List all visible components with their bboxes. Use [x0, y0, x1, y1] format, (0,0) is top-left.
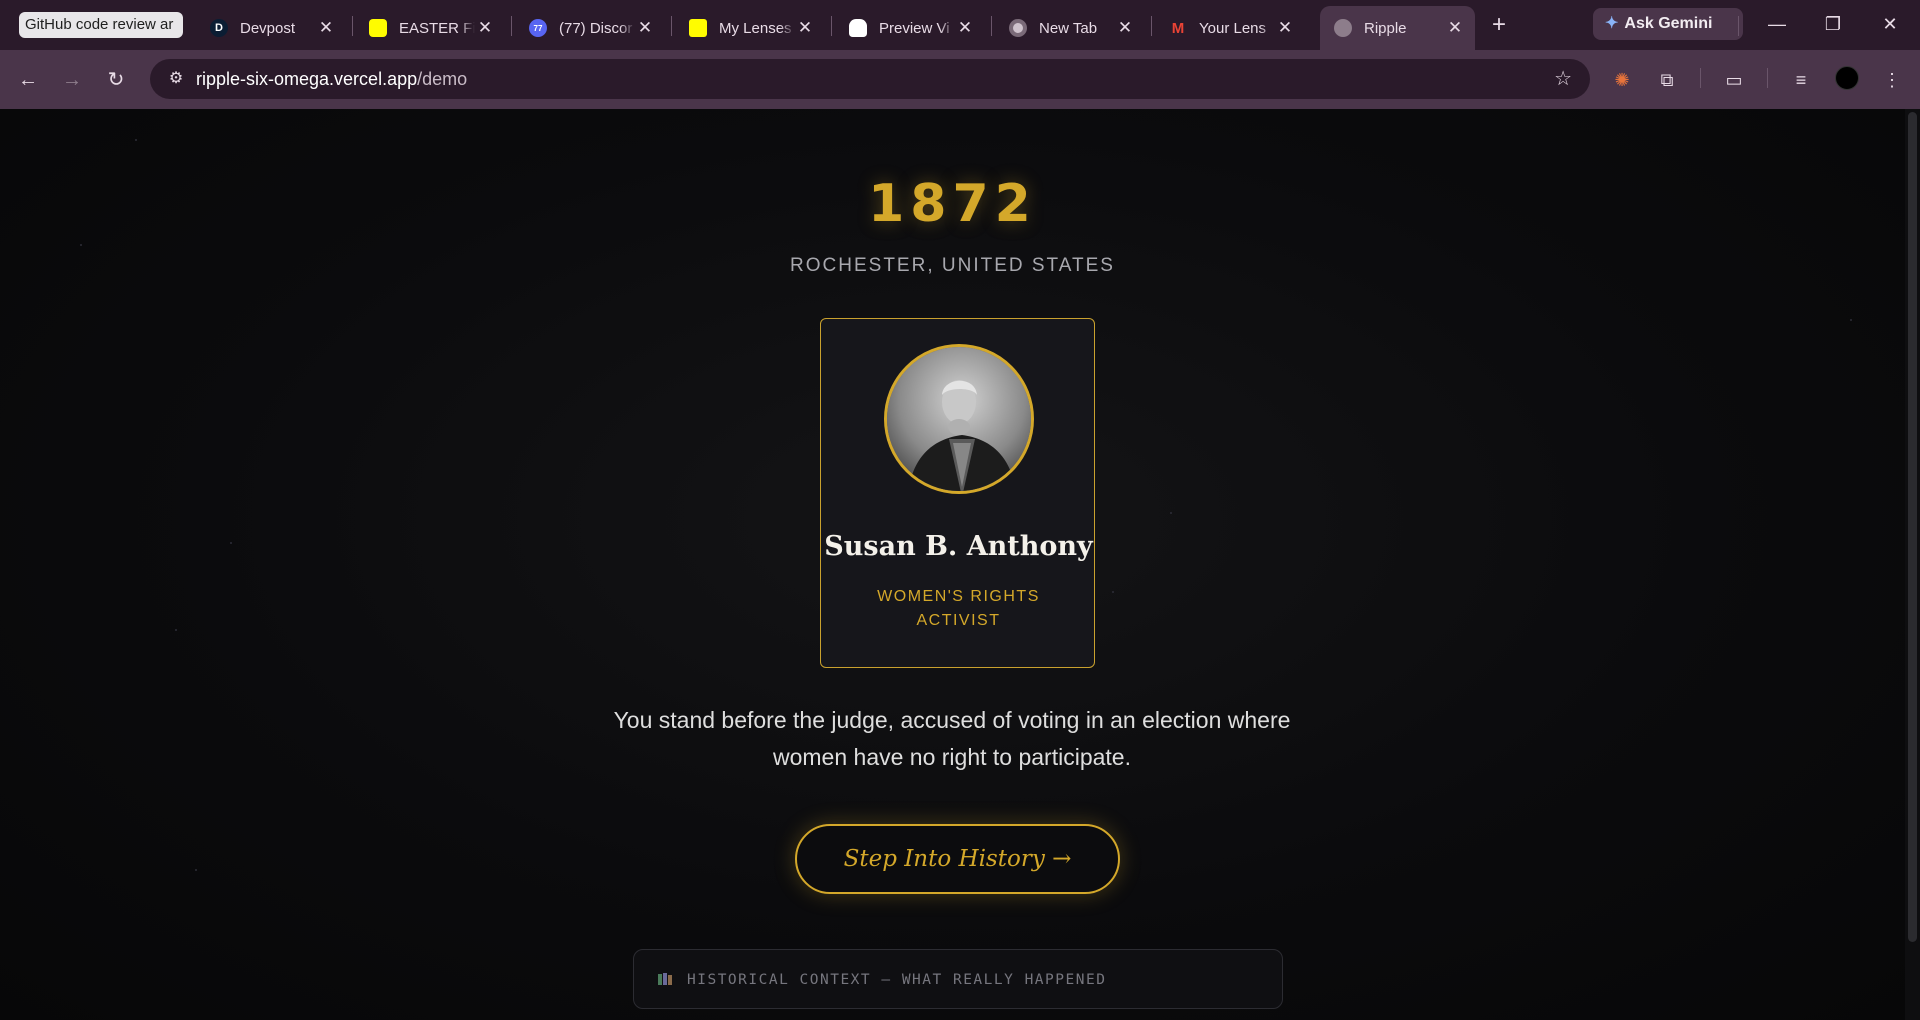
figure-portrait	[884, 344, 1034, 494]
tab-ripple[interactable]: Ripple ✕	[1320, 6, 1475, 50]
tab-divider	[831, 16, 832, 36]
tab-divider	[991, 16, 992, 36]
reload-icon[interactable]: ↻	[100, 64, 132, 96]
restore-icon[interactable]: ❐	[1813, 10, 1853, 38]
historical-figure-card: Susan B. Anthony WOMEN'S RIGHTS ACTIVIST	[820, 318, 1095, 668]
extensions-puzzle-icon[interactable]: ⧉	[1653, 66, 1681, 94]
scenario-description: You stand before the judge, accused of v…	[613, 707, 1291, 770]
toolbar-divider	[1767, 68, 1768, 88]
background-star	[1112, 591, 1114, 593]
tab-preview[interactable]: Preview Vi ✕	[835, 6, 985, 50]
tab-title: (77) Discor	[559, 19, 633, 37]
background-star	[1170, 512, 1172, 514]
url-text[interactable]: ripple-six-omega.vercel.app/demo	[196, 59, 467, 99]
background-star	[135, 139, 137, 141]
historical-context-toggle[interactable]: HISTORICAL CONTEXT — WHAT REALLY HAPPENE…	[633, 949, 1283, 1009]
tab-divider	[511, 16, 512, 36]
media-control-icon[interactable]: ≡	[1787, 66, 1815, 94]
bookmark-star-icon[interactable]: ☆	[1554, 67, 1572, 91]
close-icon[interactable]: ✕	[955, 18, 975, 38]
extension-claude-icon[interactable]: ✺	[1608, 66, 1636, 94]
address-bar[interactable]: ⚙ ripple-six-omega.vercel.app/demo ☆	[150, 59, 1590, 99]
tab-title: Your Lens	[1199, 19, 1267, 37]
background-star	[230, 542, 232, 544]
background-star	[195, 869, 197, 871]
tab-title: Devpost	[240, 19, 296, 37]
background-star	[1850, 319, 1852, 321]
browser-tab-bar: GitHub code review ar D Devpost ✕ EASTER…	[0, 0, 1920, 50]
close-icon[interactable]: ✕	[1115, 18, 1135, 38]
back-icon[interactable]: ←	[12, 64, 44, 96]
books-icon	[658, 973, 672, 985]
snapchat-ghost-icon	[849, 19, 867, 37]
toolbar-divider	[1700, 68, 1701, 88]
new-tab-button[interactable]: +	[1485, 12, 1513, 40]
globe-icon	[1334, 19, 1352, 37]
gemini-sparkle-icon: ✦	[1605, 15, 1619, 32]
url-path: /demo	[417, 69, 468, 89]
browser-toolbar: ← → ↻ ⚙ ripple-six-omega.vercel.app/demo…	[0, 50, 1920, 109]
chrome-icon	[1009, 19, 1027, 37]
tab-easter-filter[interactable]: EASTER Filt ✕	[355, 6, 505, 50]
tab-title: Preview Vi	[879, 19, 950, 37]
lens-icon	[689, 19, 707, 37]
close-icon[interactable]: ✕	[635, 18, 655, 38]
tab-discord[interactable]: 77 (77) Discor ✕	[515, 6, 665, 50]
tab-search-icon[interactable]: ▭	[1720, 66, 1748, 94]
tab-title: New Tab	[1039, 19, 1098, 37]
close-window-icon[interactable]: ✕	[1870, 10, 1910, 38]
background-star	[80, 244, 82, 246]
close-icon[interactable]: ✕	[316, 18, 336, 38]
close-icon[interactable]: ✕	[1275, 18, 1295, 38]
tab-divider	[352, 16, 353, 36]
tab-my-lenses[interactable]: My Lenses ✕	[675, 6, 825, 50]
gmail-icon: M	[1171, 19, 1185, 37]
figure-name: Susan B. Anthony	[824, 531, 1093, 562]
tab-gmail[interactable]: M Your Lens ✕	[1155, 6, 1305, 50]
tab-title: EASTER Filt	[399, 19, 475, 37]
minimize-icon[interactable]: —	[1757, 10, 1797, 38]
close-icon[interactable]: ✕	[1445, 18, 1465, 38]
tab-title: My Lenses	[719, 19, 792, 37]
tab-divider	[671, 16, 672, 36]
step-into-history-button[interactable]: Step Into History →	[795, 824, 1120, 894]
close-icon[interactable]: ✕	[475, 18, 495, 38]
url-host: ripple-six-omega.vercel.app	[196, 69, 418, 89]
scrollbar-thumb[interactable]	[1908, 112, 1917, 942]
snapchat-icon	[369, 19, 387, 37]
tab-divider	[1151, 16, 1152, 36]
close-icon[interactable]: ✕	[795, 18, 815, 38]
scene-year: 1872	[868, 174, 1037, 234]
tab-new-tab[interactable]: New Tab ✕	[995, 6, 1145, 50]
ask-gemini-button[interactable]: ✦ Ask Gemini	[1593, 8, 1743, 40]
discord-icon: 77	[529, 19, 547, 37]
tab-divider	[1738, 16, 1739, 36]
menu-kebab-icon[interactable]: ⋮	[1878, 66, 1906, 94]
tab-devpost[interactable]: D Devpost ✕	[196, 6, 346, 50]
site-settings-icon[interactable]: ⚙	[164, 67, 188, 91]
page-viewport: 1872 ROCHESTER, UNITED STATES Susan B. A…	[0, 109, 1905, 1020]
portrait-illustration	[887, 347, 1031, 491]
scene-location: ROCHESTER, UNITED STATES	[790, 255, 1115, 276]
forward-icon[interactable]: →	[56, 64, 88, 96]
figure-role: WOMEN'S RIGHTS ACTIVIST	[877, 588, 1040, 629]
profile-avatar[interactable]	[1835, 66, 1859, 90]
background-star	[175, 629, 177, 631]
ask-gemini-label: Ask Gemini	[1624, 15, 1713, 32]
tab-group-chip[interactable]: GitHub code review ar	[19, 12, 183, 38]
tab-title: Ripple	[1364, 19, 1407, 37]
historical-context-label: HISTORICAL CONTEXT — WHAT REALLY HAPPENE…	[687, 972, 1107, 988]
devpost-icon: D	[210, 19, 228, 37]
